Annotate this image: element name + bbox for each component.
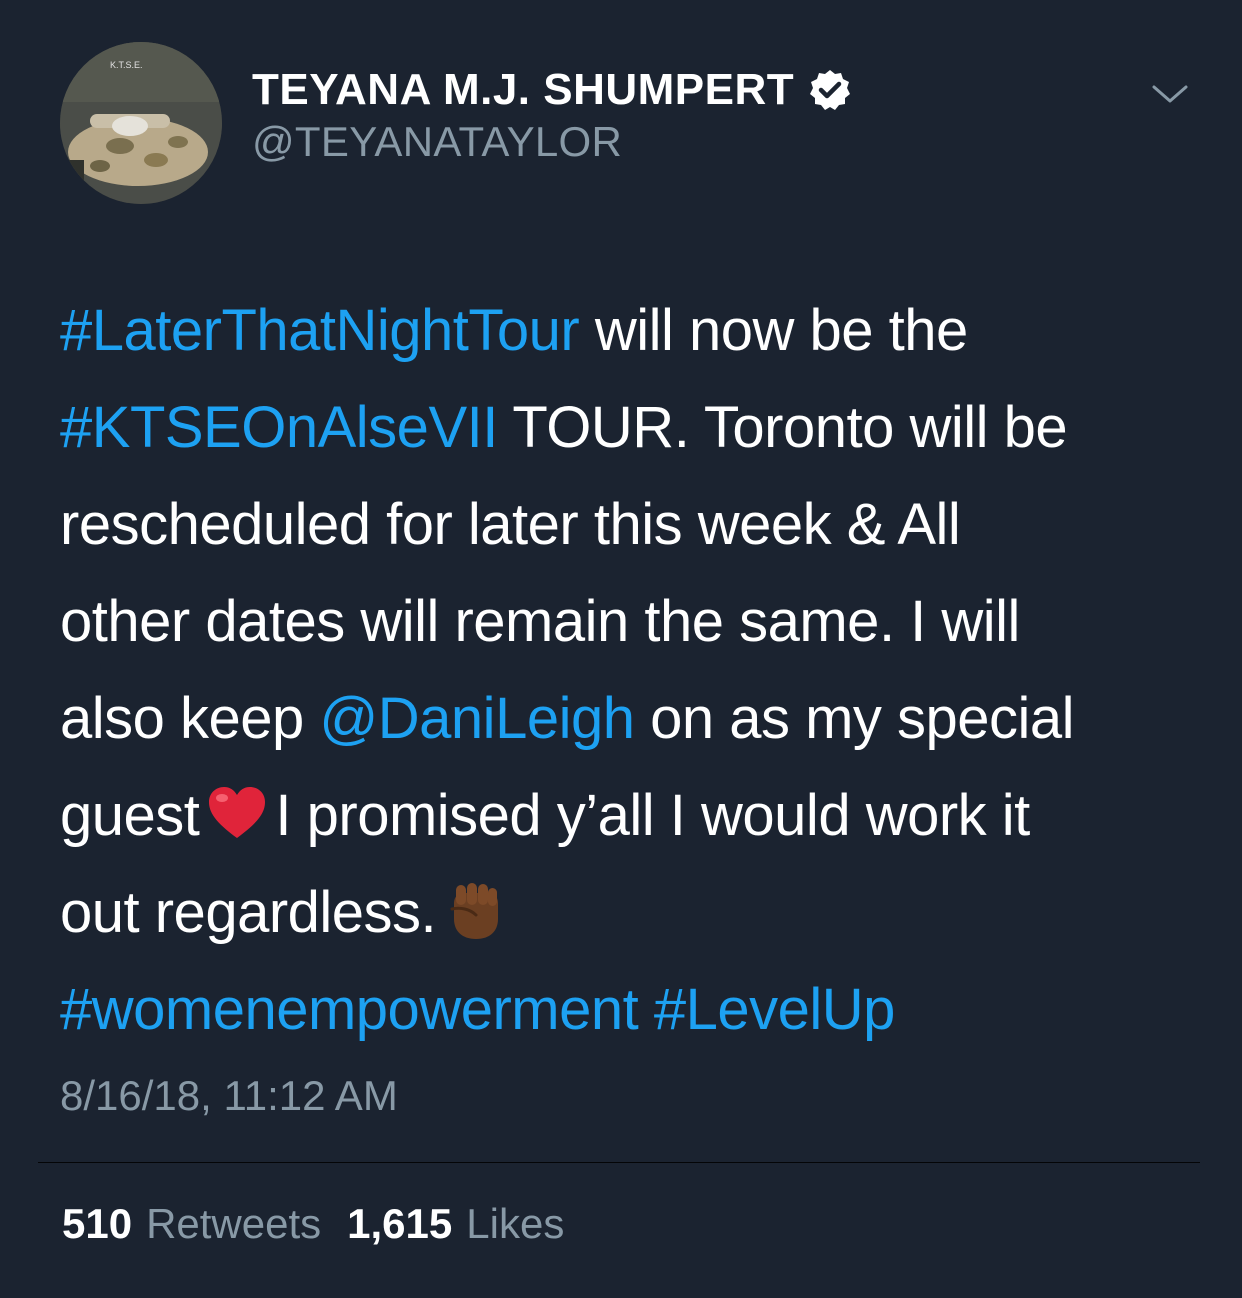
retweets-stat[interactable]: 510 Retweets — [62, 1200, 347, 1247]
mention-link[interactable]: @DaniLeigh — [319, 686, 635, 751]
user-handle[interactable]: @TEYANATAYLOR — [252, 118, 622, 166]
tweet-stats: 510 Retweets 1,615 Likes — [62, 1200, 590, 1248]
verified-badge-icon — [810, 70, 851, 110]
tweet-line: #LaterThatNightTour will now be the — [60, 282, 1200, 379]
tweet-text-segment: rescheduled for later this week & All — [60, 492, 961, 557]
tweet-line: out regardless. — [60, 864, 1200, 961]
tweet-text-segment: other dates will remain the same. I will — [60, 589, 1020, 654]
tweet-text-segment: will now be the — [579, 298, 968, 363]
tweet-text: #LaterThatNightTour will now be the #KTS… — [60, 282, 1200, 1058]
retweets-label: Retweets — [146, 1200, 322, 1247]
author-name-row[interactable]: TEYANA M.J. SHUMPERT — [252, 62, 852, 118]
tweet-text-segment: on as my special — [634, 686, 1075, 751]
tweet-text-segment: also keep — [60, 686, 320, 751]
retweets-count: 510 — [62, 1200, 133, 1247]
avatar-image: K.T.S.E. — [60, 42, 222, 204]
hashtag-link[interactable]: #KTSEOnAlseVII — [60, 395, 498, 460]
hashtag-link[interactable]: #LevelUp — [654, 977, 896, 1042]
tweet-text-segment: out regardless. — [60, 880, 437, 945]
tweet-line: also keep @DaniLeigh on as my special — [60, 670, 1200, 767]
display-name[interactable]: TEYANA M.J. SHUMPERT — [252, 65, 794, 115]
likes-count: 1,615 — [347, 1200, 453, 1247]
tweet-timestamp[interactable]: 8/16/18, 11:12 AM — [60, 1072, 398, 1120]
likes-label: Likes — [466, 1200, 565, 1247]
divider — [38, 1162, 1200, 1163]
hashtag-link[interactable]: #womenempowerment — [60, 977, 639, 1042]
tweet-line: #KTSEOnAlseVII TOUR. Toronto will be — [60, 379, 1200, 476]
tweet-line: #womenempowerment #LevelUp — [60, 961, 1200, 1058]
avatar-logo-text: K.T.S.E. — [110, 60, 143, 70]
tweet-text-segment: guest — [60, 783, 200, 848]
raised-fist-icon — [450, 882, 499, 939]
red-heart-icon — [209, 786, 266, 838]
tweet-text-segment: I promised y’all I would work it — [275, 783, 1030, 848]
tweet-line: other dates will remain the same. I will — [60, 573, 1200, 670]
avatar[interactable]: K.T.S.E. — [60, 42, 222, 204]
tweet-line: rescheduled for later this week & All — [60, 476, 1200, 573]
chevron-down-icon[interactable] — [1150, 80, 1190, 108]
tweet-line: guest I promised y’all I would work it — [60, 767, 1200, 864]
likes-stat[interactable]: 1,615 Likes — [347, 1200, 590, 1247]
tweet-text-segment: TOUR. Toronto will be — [497, 395, 1068, 460]
hashtag-link[interactable]: #LaterThatNightTour — [60, 298, 580, 363]
